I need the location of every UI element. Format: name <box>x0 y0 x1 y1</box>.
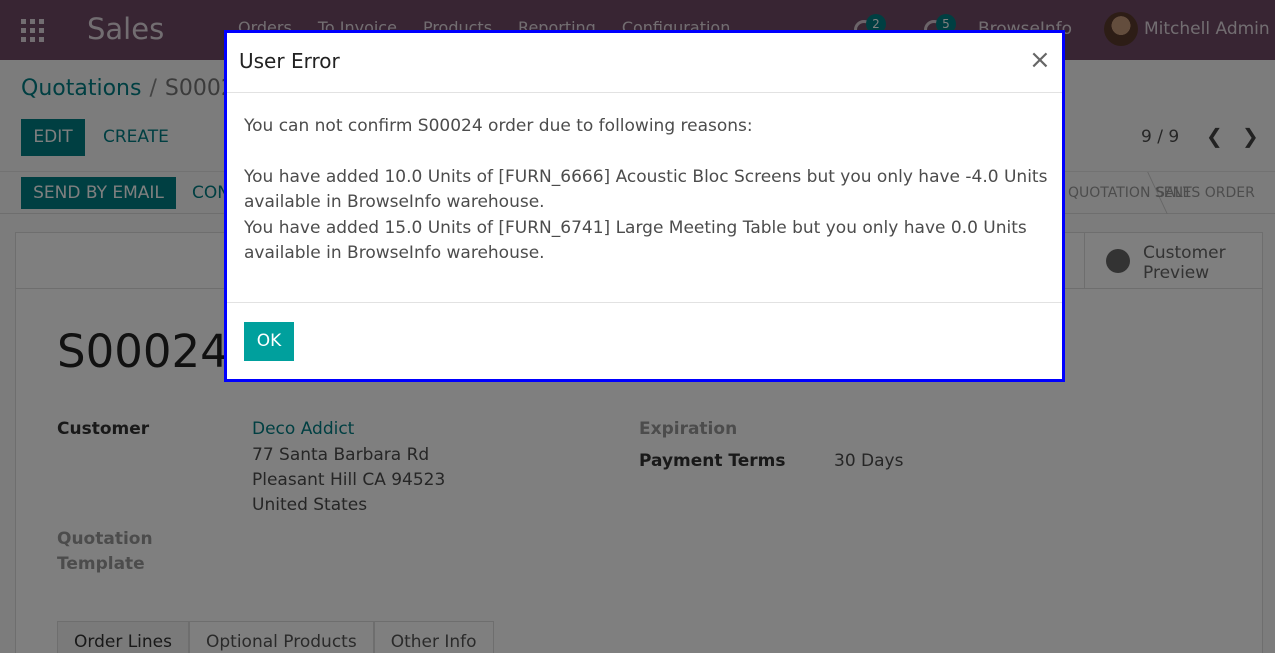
user-error-dialog: User Error × You can not confirm S00024 … <box>224 30 1065 382</box>
error-line-furn-6666: You have added 10.0 Units of [FURN_6666]… <box>244 167 1048 212</box>
modal-title: User Error <box>239 49 340 73</box>
error-intro: You can not confirm S00024 order due to … <box>244 116 753 136</box>
modal-body: You can not confirm S00024 order due to … <box>227 93 1062 303</box>
modal-header: User Error × <box>227 33 1062 93</box>
close-icon[interactable]: × <box>1029 45 1051 75</box>
ok-button[interactable]: OK <box>244 322 294 361</box>
error-line-furn-6741: You have added 15.0 Units of [FURN_6741]… <box>244 218 1027 263</box>
